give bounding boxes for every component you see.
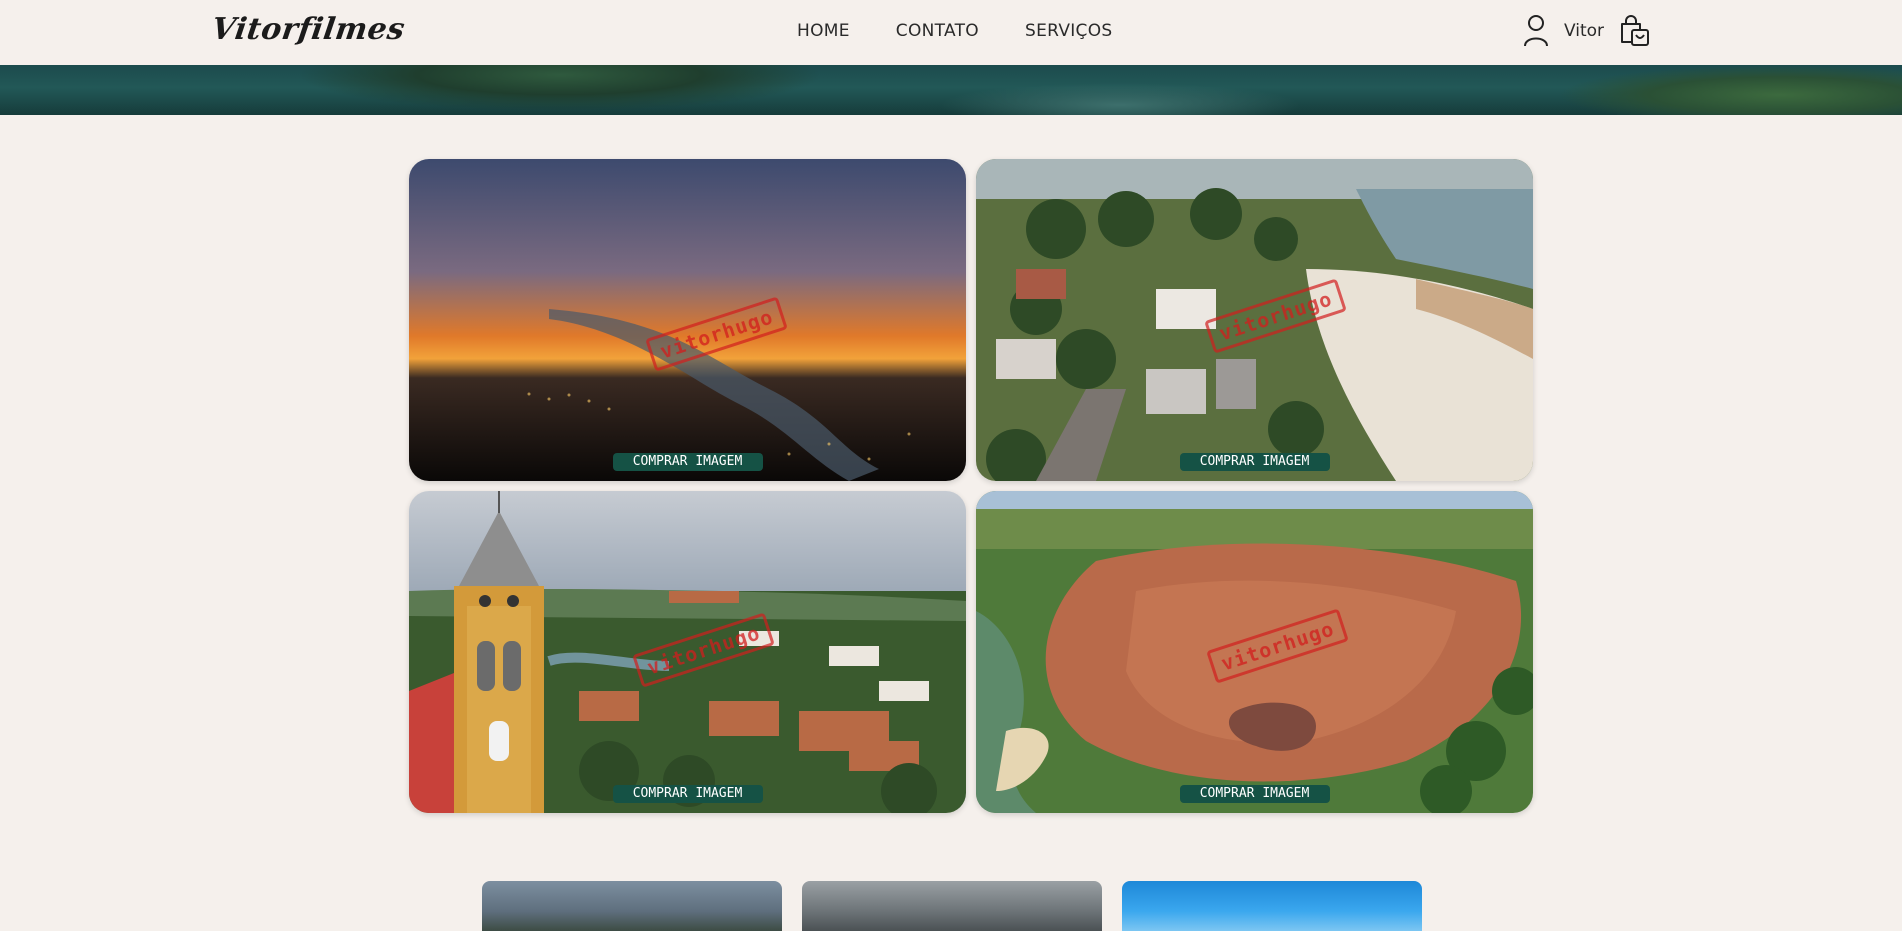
shopping-bag-icon[interactable] xyxy=(1618,14,1652,48)
site-header: Vitorfilmes HOME CONTATO SERVIÇOS Vitor xyxy=(0,0,1902,65)
user-area: Vitor xyxy=(1522,14,1652,48)
user-icon[interactable] xyxy=(1522,14,1550,48)
nav-link-servicos[interactable]: SERVIÇOS xyxy=(1025,21,1113,41)
buy-image-button[interactable]: COMPRAR IMAGEM xyxy=(1179,785,1330,803)
thumbnail-image[interactable] xyxy=(482,881,782,931)
site-logo[interactable]: Vitorfilmes xyxy=(210,12,408,47)
user-name[interactable]: Vitor xyxy=(1564,21,1604,41)
buy-image-button[interactable]: COMPRAR IMAGEM xyxy=(1179,453,1330,471)
nav-link-home[interactable]: HOME xyxy=(797,21,850,41)
photo-card-sunset[interactable]: vitorhugo COMPRAR IMAGEM xyxy=(409,159,966,481)
nav-link-contato[interactable]: CONTATO xyxy=(896,21,979,41)
buy-image-button[interactable]: COMPRAR IMAGEM xyxy=(612,453,763,471)
photo-gallery: vitorhugo COMPRAR IMAGEM vitorhugo COMPR… xyxy=(409,159,1533,813)
thumbnail-image[interactable] xyxy=(802,881,1102,931)
thumbnail-row xyxy=(482,881,1422,931)
photo-card-church[interactable]: vitorhugo COMPRAR IMAGEM xyxy=(409,491,966,813)
hero-banner-image xyxy=(0,65,1902,115)
buy-image-button[interactable]: COMPRAR IMAGEM xyxy=(612,785,763,803)
photo-card-lakeside[interactable]: vitorhugo COMPRAR IMAGEM xyxy=(976,159,1533,481)
photo-sunset-over-river xyxy=(409,159,966,481)
thumbnail-image[interactable] xyxy=(1122,881,1422,931)
main-nav: HOME CONTATO SERVIÇOS xyxy=(797,21,1113,41)
photo-card-aerial-town[interactable]: vitorhugo COMPRAR IMAGEM xyxy=(976,491,1533,813)
